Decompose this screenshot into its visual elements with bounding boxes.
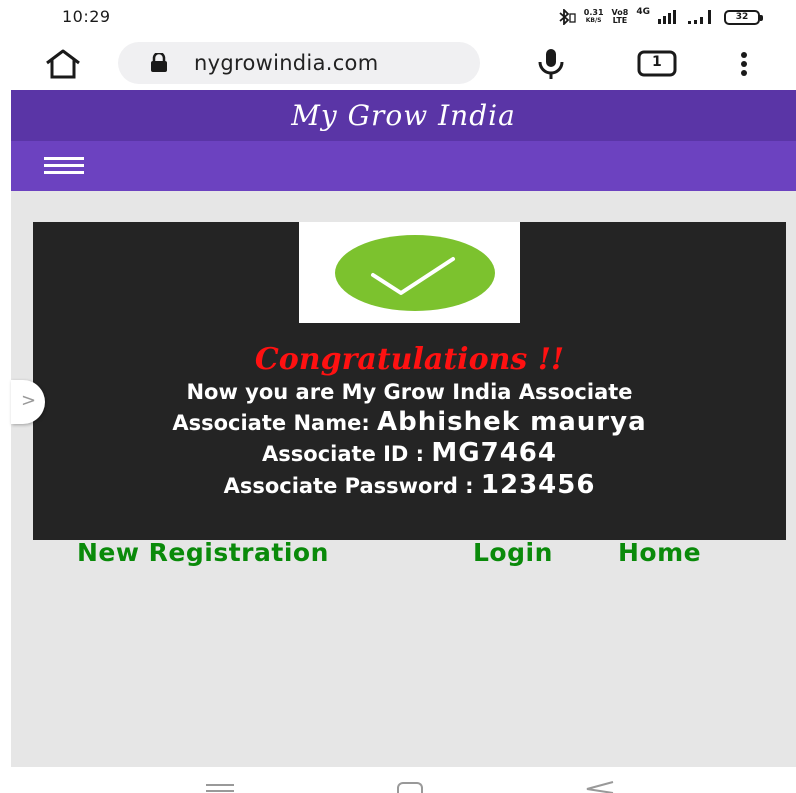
- associate-password-label: Associate Password :: [223, 474, 481, 498]
- back-icon[interactable]: [585, 781, 615, 793]
- associate-password-line: Associate Password : 123456: [33, 470, 786, 500]
- associate-id-line: Associate ID : MG7464: [33, 438, 786, 468]
- congratulations-heading: Congratulations !!: [254, 342, 565, 377]
- new-registration-link[interactable]: New Registration: [77, 538, 329, 567]
- network-type: 4G: [636, 7, 650, 17]
- home-icon[interactable]: [44, 48, 82, 80]
- site-header: My Grow India: [11, 90, 796, 141]
- chevron-right-icon: >: [21, 390, 37, 411]
- net-speed: 0.31 KB/S: [583, 8, 604, 25]
- status-bar: 10:29 0.31 KB/S Vo8 LTE 4G 32: [0, 0, 796, 38]
- address-bar[interactable]: nygrowindia.com: [118, 42, 480, 84]
- associate-name-label: Associate Name:: [172, 411, 378, 435]
- action-links: New Registration Login Home: [77, 538, 767, 574]
- home-nav-icon[interactable]: [397, 782, 423, 793]
- success-image: [299, 222, 520, 323]
- tab-switcher-button[interactable]: 1: [637, 50, 677, 77]
- associate-name-line: Associate Name: Abhishek maurya: [33, 407, 786, 437]
- home-link[interactable]: Home: [618, 538, 701, 567]
- bluetooth-icon: [559, 9, 576, 25]
- more-options-icon[interactable]: [734, 48, 754, 80]
- status-time: 10:29: [62, 7, 111, 26]
- site-title: My Grow India: [291, 99, 516, 132]
- associate-id-label: Associate ID :: [262, 442, 432, 466]
- url-text: nygrowindia.com: [194, 51, 379, 75]
- status-icons: 0.31 KB/S Vo8 LTE 4G 32: [558, 7, 763, 26]
- site-nav-bar: [11, 141, 796, 191]
- associate-id-value: MG7464: [431, 438, 557, 468]
- login-link[interactable]: Login: [473, 538, 553, 567]
- microphone-icon[interactable]: [536, 47, 566, 81]
- android-nav-bar: [0, 767, 796, 793]
- associate-password-value: 123456: [480, 470, 596, 500]
- signal-icon-2: [688, 10, 711, 24]
- associate-message: Now you are My Grow India Associate: [186, 380, 633, 404]
- lock-icon: [151, 53, 167, 72]
- browser-toolbar: nygrowindia.com 1: [0, 38, 796, 90]
- associate-name-value: Abhishek maurya: [377, 407, 647, 437]
- volte-badge: Vo8 LTE: [611, 8, 629, 25]
- tab-count: 1: [652, 54, 662, 70]
- checkmark-icon: [335, 235, 495, 311]
- signal-icon-1: [658, 10, 676, 24]
- recent-apps-icon[interactable]: [206, 783, 234, 793]
- battery-icon: 32: [724, 9, 763, 25]
- hamburger-menu-icon[interactable]: [44, 157, 86, 175]
